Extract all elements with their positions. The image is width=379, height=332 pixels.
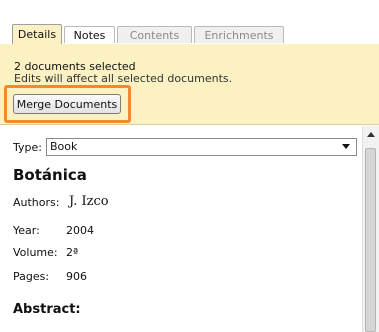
type-label: Type: — [13, 141, 42, 154]
tab-enrichments[interactable]: Enrichments — [194, 26, 284, 43]
type-select[interactable]: Book — [46, 138, 357, 156]
pages-value[interactable]: 906 — [66, 270, 87, 283]
year-label: Year: — [13, 224, 40, 237]
pages-label: Pages: — [13, 270, 50, 283]
year-row: Year: 2004 — [13, 224, 94, 237]
vertical-scrollbar[interactable] — [362, 126, 379, 332]
tab-details[interactable]: Details — [12, 24, 62, 44]
scroll-up-arrow-icon[interactable] — [367, 132, 375, 137]
volume-label: Volume: — [13, 246, 58, 259]
authors-value[interactable]: J. Izco — [69, 194, 109, 209]
chevron-down-icon — [342, 144, 350, 149]
scrollbar-thumb[interactable] — [365, 148, 376, 332]
document-details: Type: Book Botánica Authors: J. Izco Yea… — [0, 126, 362, 332]
details-panel: Details Notes Contents Enrichments 2 doc… — [0, 0, 379, 332]
tab-bar: Details Notes Contents Enrichments — [0, 22, 379, 66]
document-title[interactable]: Botánica — [13, 166, 87, 184]
volume-row: Volume: 2ª — [13, 246, 78, 259]
year-value[interactable]: 2004 — [66, 224, 94, 237]
tab-notes[interactable]: Notes — [64, 26, 115, 43]
pages-row: Pages: 906 — [13, 270, 87, 283]
tab-contents[interactable]: Contents — [117, 26, 192, 43]
authors-label: Authors: — [13, 196, 60, 209]
type-select-value: Book — [50, 140, 78, 153]
selection-warning-text: Edits will affect all selected documents… — [14, 72, 233, 85]
volume-value[interactable]: 2ª — [66, 246, 78, 259]
authors-row: Authors: J. Izco — [13, 194, 109, 209]
abstract-heading: Abstract: — [13, 302, 81, 317]
merge-documents-button[interactable]: Merge Documents — [13, 94, 121, 114]
